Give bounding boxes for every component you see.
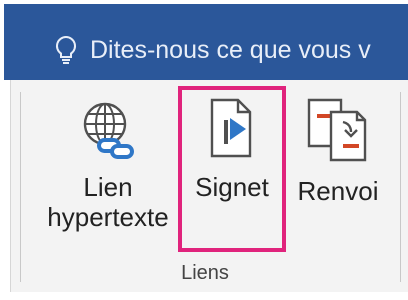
group-label-links: Liens <box>181 262 229 284</box>
bookmark-flag-icon <box>210 98 252 158</box>
cross-reference-icon <box>307 98 367 162</box>
hyperlink-label-line1: Lien <box>83 172 133 202</box>
cross-reference-label: Renvoi <box>297 176 379 206</box>
tell-me-search[interactable]: Dites-nous ce que vous v <box>50 34 371 66</box>
hyperlink-button[interactable]: Lien hypertexte <box>38 96 178 232</box>
word-window: Dites-nous ce que vous v Lien hypertexte… <box>0 0 408 300</box>
tell-me-text: Dites-nous ce que vous v <box>90 35 371 64</box>
bookmark-button[interactable]: Signet <box>180 88 284 250</box>
bookmark-label: Signet <box>195 172 269 202</box>
lightbulb-icon <box>55 35 77 64</box>
group-divider-right <box>400 92 401 282</box>
hyperlink-label-line2: hypertexte <box>47 202 169 232</box>
globe-link-icon <box>83 102 134 159</box>
group-divider-left <box>20 92 21 282</box>
title-bar: Dites-nous ce que vous v <box>4 4 408 80</box>
cross-reference-button[interactable]: Renvoi <box>288 96 388 206</box>
